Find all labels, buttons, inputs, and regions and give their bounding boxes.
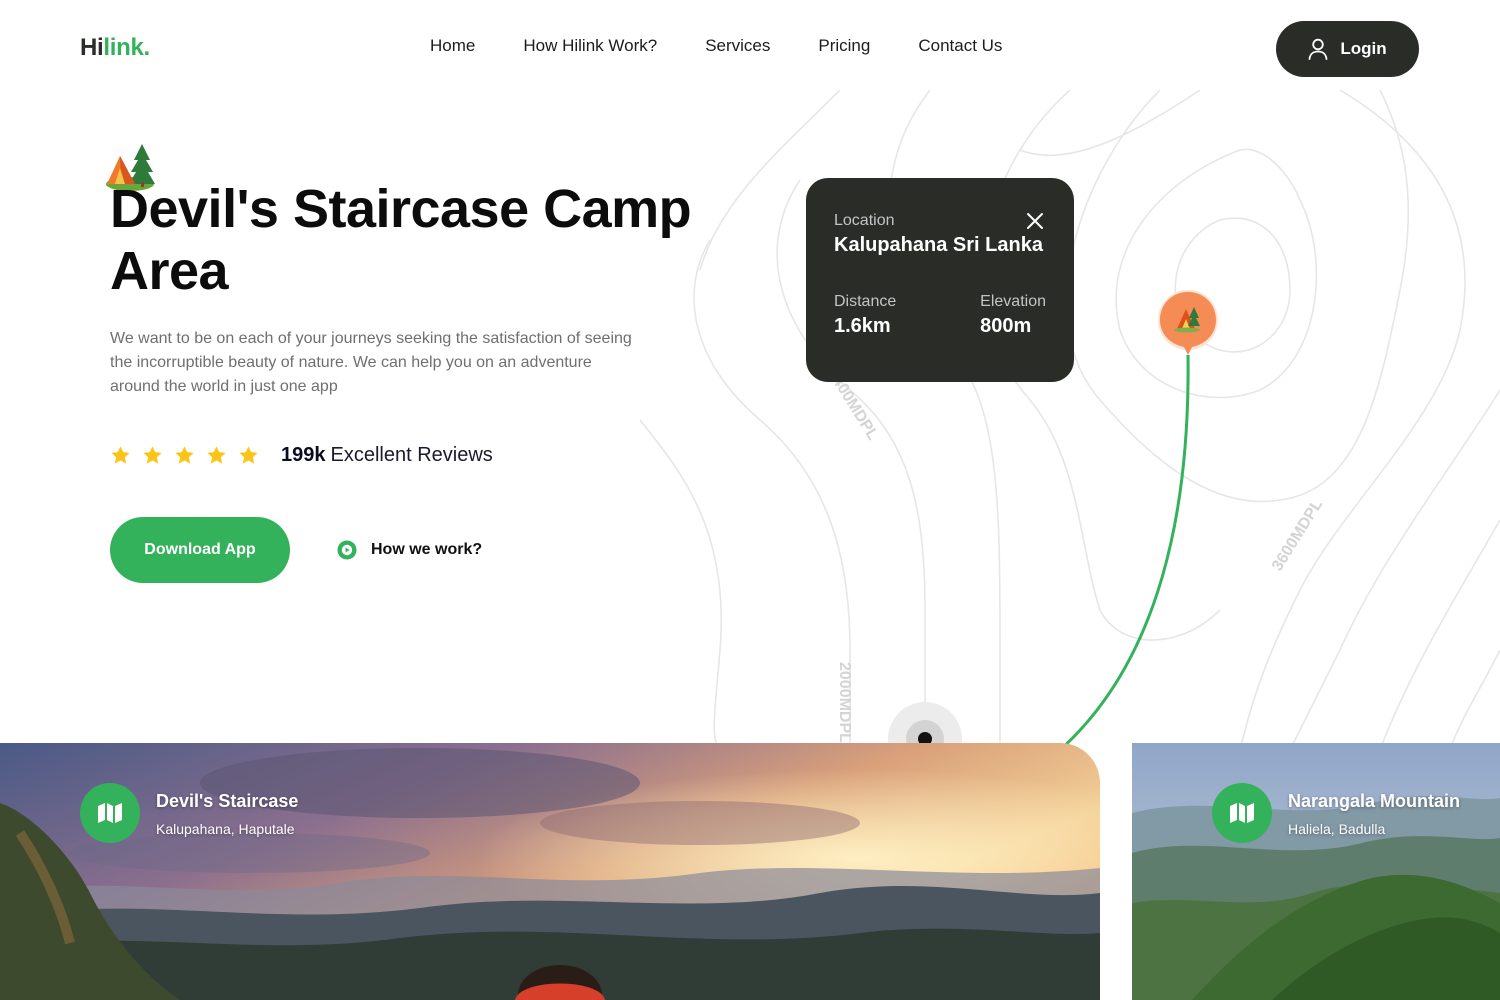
- how-we-work-link[interactable]: How we work?: [337, 540, 482, 560]
- hero-description: We want to be on each of your journeys s…: [110, 330, 632, 395]
- logo[interactable]: Hilink.: [80, 34, 150, 62]
- star-icon: [239, 446, 258, 464]
- location-label: Location: [834, 212, 895, 229]
- nav-home[interactable]: Home: [430, 36, 475, 56]
- nav-services[interactable]: Services: [705, 36, 770, 56]
- place-location: Kalupahana, Haputale: [156, 821, 295, 837]
- elevation-value: 800m: [980, 315, 1032, 337]
- nav-pricing[interactable]: Pricing: [818, 36, 870, 56]
- star-icon: [175, 446, 194, 464]
- location-value: Kalupahana Sri Lanka: [834, 234, 1043, 256]
- how-we-work-label: How we work?: [371, 541, 483, 558]
- place-badge: Devil's Staircase Kalupahana, Haputale: [80, 783, 298, 843]
- star-icon: [111, 446, 130, 464]
- contour-label: 3600MDPL: [1269, 496, 1326, 574]
- star-rating: [110, 445, 259, 466]
- login-button[interactable]: Login: [1276, 21, 1419, 77]
- nav-how-it-works[interactable]: How Hilink Work?: [523, 36, 657, 56]
- star-icon: [207, 446, 226, 464]
- place-card-narangala-mountain[interactable]: Narangala Mountain Haliela, Badulla: [1132, 743, 1500, 1000]
- logo-part-hi: Hi: [80, 34, 104, 61]
- star-icon: [143, 446, 162, 464]
- hero-title: Devil's Staircase Camp Area: [110, 179, 692, 301]
- landing-page: 2000MDPL 3600MDPL 400MDPL Hilink. Home H…: [0, 0, 1500, 1000]
- distance-value: 1.6km: [834, 315, 891, 337]
- distance-label: Distance: [834, 293, 897, 310]
- close-icon[interactable]: [1026, 212, 1044, 230]
- map-button[interactable]: [1212, 783, 1272, 843]
- map-icon: [98, 803, 122, 823]
- download-app-button[interactable]: Download App: [110, 517, 290, 583]
- review-label: Excellent Reviews: [330, 444, 493, 466]
- user-icon: [1308, 38, 1328, 60]
- location-info-card: Location Kalupahana Sri Lanka Distance 1…: [806, 178, 1074, 382]
- mountain-photo: [1132, 743, 1500, 1000]
- nav-contact[interactable]: Contact Us: [918, 36, 1002, 56]
- place-location: Haliela, Badulla: [1288, 821, 1386, 837]
- contour-label: 2000MDPL: [836, 662, 853, 743]
- place-badge: Narangala Mountain Haliela, Badulla: [1212, 783, 1460, 843]
- place-name: Narangala Mountain: [1288, 791, 1461, 811]
- landscape-photo: [0, 743, 1100, 1000]
- main-nav: Home How Hilink Work? Services Pricing C…: [430, 36, 1002, 56]
- play-icon: [337, 540, 357, 560]
- review-count: 199k: [281, 444, 326, 466]
- rating: 199k Excellent Reviews: [110, 444, 493, 467]
- place-name: Devil's Staircase: [156, 791, 299, 811]
- camp-location-pin[interactable]: [1156, 289, 1220, 361]
- map-icon: [1230, 803, 1254, 823]
- elevation-label: Elevation: [980, 293, 1046, 310]
- place-card-devils-staircase[interactable]: Devil's Staircase Kalupahana, Haputale: [0, 743, 1100, 1000]
- logo-part-link: link.: [103, 34, 150, 61]
- map-button[interactable]: [80, 783, 140, 843]
- route-line: [1058, 354, 1190, 750]
- contour-label: 400MDPL: [829, 373, 882, 443]
- login-label: Login: [1340, 39, 1387, 58]
